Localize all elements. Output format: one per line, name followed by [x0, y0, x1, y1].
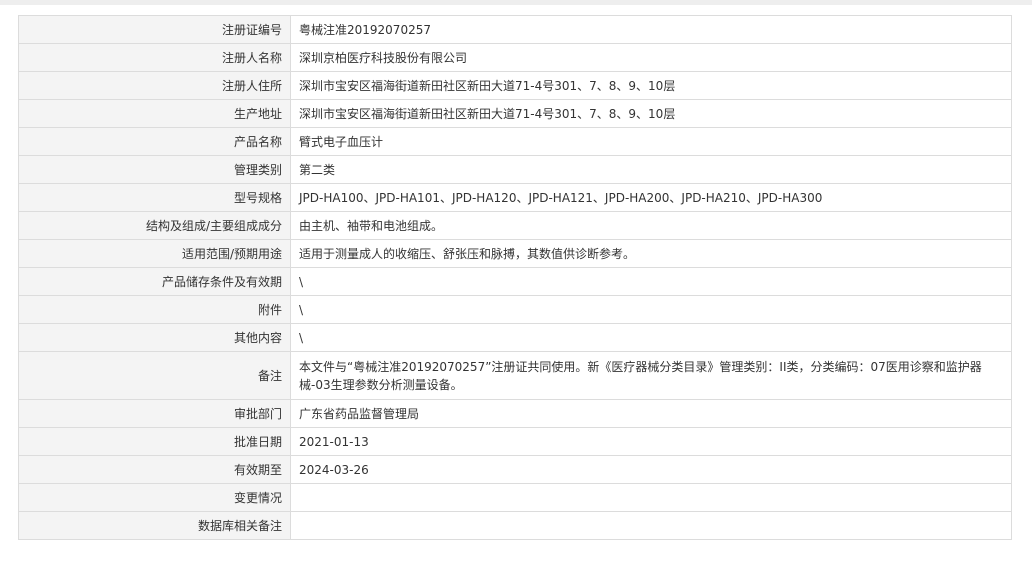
- row-other-content: 其他内容 \: [18, 323, 1012, 352]
- row-approval-department: 审批部门 广东省药品监督管理局: [18, 399, 1012, 428]
- row-attachments: 附件 \: [18, 295, 1012, 324]
- field-value: 臂式电子血压计: [290, 127, 1012, 156]
- row-intended-use: 适用范围/预期用途 适用于测量成人的收缩压、舒张压和脉搏，其数值供诊断参考。: [18, 239, 1012, 268]
- registration-detail-table: 注册证编号 粤械注准20192070257 注册人名称 深圳京柏医疗科技股份有限…: [18, 15, 1012, 540]
- field-label: 管理类别: [18, 155, 291, 184]
- registration-detail-panel: 注册证编号 粤械注准20192070257 注册人名称 深圳京柏医疗科技股份有限…: [18, 15, 1012, 540]
- row-valid-until: 有效期至 2024-03-26: [18, 455, 1012, 484]
- field-value: \: [290, 295, 1012, 324]
- field-label: 产品储存条件及有效期: [18, 267, 291, 296]
- field-label: 结构及组成/主要组成成分: [18, 211, 291, 240]
- row-remarks: 备注 本文件与“粤械注准20192070257”注册证共同使用。新《医疗器械分类…: [18, 351, 1012, 400]
- field-value: 2021-01-13: [290, 427, 1012, 456]
- field-value: 本文件与“粤械注准20192070257”注册证共同使用。新《医疗器械分类目录》…: [290, 351, 1012, 400]
- row-approval-date: 批准日期 2021-01-13: [18, 427, 1012, 456]
- field-value: 深圳市宝安区福海街道新田社区新田大道71-4号301、7、8、9、10层: [290, 71, 1012, 100]
- field-value: \: [290, 323, 1012, 352]
- row-structure-composition: 结构及组成/主要组成成分 由主机、袖带和电池组成。: [18, 211, 1012, 240]
- row-database-remarks: 数据库相关备注: [18, 511, 1012, 540]
- field-value: 由主机、袖带和电池组成。: [290, 211, 1012, 240]
- field-label: 注册人名称: [18, 43, 291, 72]
- field-label: 有效期至: [18, 455, 291, 484]
- field-label: 审批部门: [18, 399, 291, 428]
- field-value: 深圳京柏医疗科技股份有限公司: [290, 43, 1012, 72]
- row-product-name: 产品名称 臂式电子血压计: [18, 127, 1012, 156]
- field-label: 生产地址: [18, 99, 291, 128]
- field-label: 产品名称: [18, 127, 291, 156]
- row-management-category: 管理类别 第二类: [18, 155, 1012, 184]
- field-value: 深圳市宝安区福海街道新田社区新田大道71-4号301、7、8、9、10层: [290, 99, 1012, 128]
- row-change-history: 变更情况: [18, 483, 1012, 512]
- field-value: \: [290, 267, 1012, 296]
- field-label: 附件: [18, 295, 291, 324]
- row-storage-validity: 产品储存条件及有效期 \: [18, 267, 1012, 296]
- field-label: 批准日期: [18, 427, 291, 456]
- field-value: 适用于测量成人的收缩压、舒张压和脉搏，其数值供诊断参考。: [290, 239, 1012, 268]
- field-label: 注册证编号: [18, 15, 291, 44]
- field-value: [290, 511, 1012, 540]
- field-value: 广东省药品监督管理局: [290, 399, 1012, 428]
- field-label: 型号规格: [18, 183, 291, 212]
- field-label: 注册人住所: [18, 71, 291, 100]
- field-value: 第二类: [290, 155, 1012, 184]
- top-bar: [0, 0, 1032, 5]
- field-label: 变更情况: [18, 483, 291, 512]
- row-model-spec: 型号规格 JPD-HA100、JPD-HA101、JPD-HA120、JPD-H…: [18, 183, 1012, 212]
- field-value: [290, 483, 1012, 512]
- field-value: 粤械注准20192070257: [290, 15, 1012, 44]
- field-label: 适用范围/预期用途: [18, 239, 291, 268]
- row-production-address: 生产地址 深圳市宝安区福海街道新田社区新田大道71-4号301、7、8、9、10…: [18, 99, 1012, 128]
- field-label: 其他内容: [18, 323, 291, 352]
- row-registrant-address: 注册人住所 深圳市宝安区福海街道新田社区新田大道71-4号301、7、8、9、1…: [18, 71, 1012, 100]
- field-value: 2024-03-26: [290, 455, 1012, 484]
- row-registration-number: 注册证编号 粤械注准20192070257: [18, 15, 1012, 44]
- field-label: 备注: [18, 351, 291, 400]
- row-registrant-name: 注册人名称 深圳京柏医疗科技股份有限公司: [18, 43, 1012, 72]
- field-value: JPD-HA100、JPD-HA101、JPD-HA120、JPD-HA121、…: [290, 183, 1012, 212]
- field-label: 数据库相关备注: [18, 511, 291, 540]
